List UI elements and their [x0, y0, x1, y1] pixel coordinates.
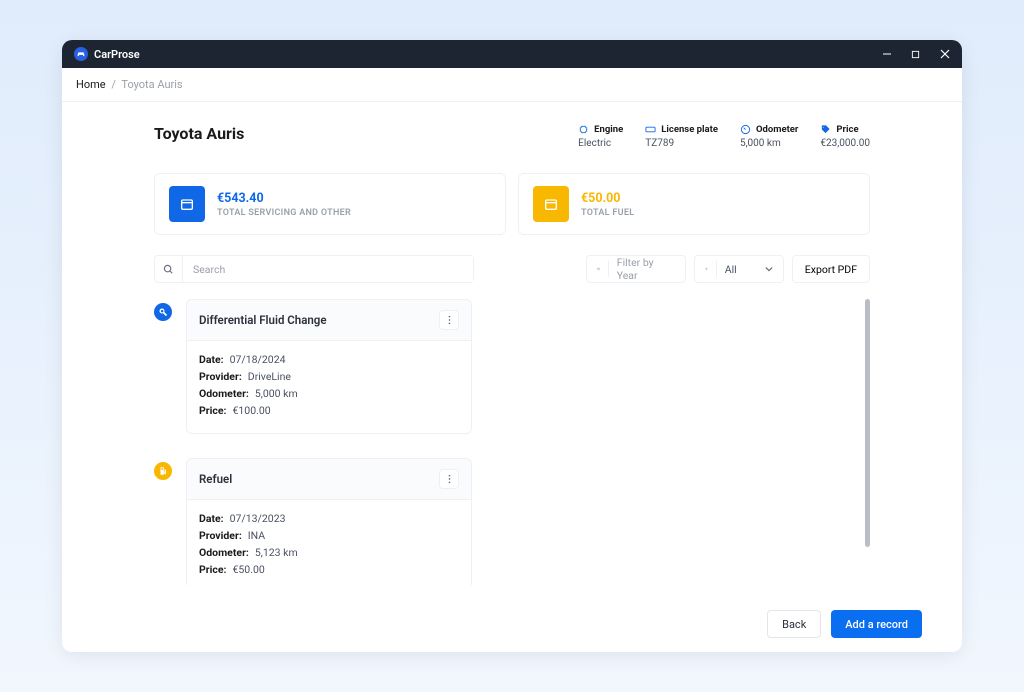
record-provider-value: DriveLine [248, 370, 291, 383]
scrollbar[interactable] [865, 299, 870, 547]
record-item: Refuel Date: 07/13/2023 Provider: INA Odom… [154, 458, 858, 585]
stat-card-servicing: €543.40 TOTAL SERVICING AND OTHER [154, 173, 506, 235]
filter-year-placeholder: Filter by Year [617, 256, 675, 282]
minimize-button[interactable] [881, 49, 892, 60]
funnel-icon [705, 261, 717, 277]
plate-value: TZ789 [645, 138, 718, 149]
odometer-label: Odometer [756, 124, 798, 135]
filter-type-dropdown[interactable]: All [694, 255, 784, 283]
price-label: Price [836, 124, 858, 135]
record-date-label: Date: [199, 512, 224, 525]
breadcrumb-home[interactable]: Home [76, 78, 106, 91]
record-date-label: Date: [199, 353, 224, 366]
record-price-label: Price: [199, 563, 227, 576]
record-price-label: Price: [199, 404, 227, 417]
record-odometer-label: Odometer: [199, 387, 249, 400]
record-title: Refuel [199, 472, 232, 486]
record-provider-value: INA [248, 529, 265, 542]
record-card: Differential Fluid Change Date: 07/18/202… [186, 299, 472, 434]
add-record-button[interactable]: Add a record [831, 610, 922, 638]
record-card: Refuel Date: 07/13/2023 Provider: INA Odom… [186, 458, 472, 585]
maximize-button[interactable] [910, 49, 921, 60]
fuel-amount: €50.00 [581, 191, 634, 206]
fuel-caption: TOTAL FUEL [581, 208, 634, 218]
filter-type-value: All [725, 263, 737, 276]
record-price-value: €100.00 [233, 404, 271, 417]
info-odometer: Odometer 5,000 km [740, 124, 798, 149]
stat-card-fuel: €50.00 TOTAL FUEL [518, 173, 870, 235]
breadcrumb-current: Toyota Auris [121, 78, 182, 91]
calendar-icon [597, 261, 609, 277]
app-window: CarProse Home / Toyota Auris Toyota Auri… [62, 40, 962, 652]
info-price: Price €23,000.00 [820, 124, 870, 149]
engine-icon [578, 124, 589, 135]
record-date-value: 07/13/2023 [230, 512, 286, 525]
main-content: Toyota Auris Engine Electric License pla… [62, 102, 962, 595]
servicing-caption: TOTAL SERVICING AND OTHER [217, 208, 351, 218]
footer-actions: Back Add a record [62, 595, 962, 652]
record-price-value: €50.00 [233, 563, 265, 576]
record-menu-button[interactable] [439, 310, 459, 330]
titlebar: CarProse [62, 40, 962, 68]
filter-right: Filter by Year All Export PDF [586, 255, 870, 283]
fuel-stat-icon [533, 186, 569, 222]
vehicle-title: Toyota Auris [154, 124, 244, 143]
plate-label: License plate [661, 124, 718, 135]
export-pdf-button[interactable]: Export PDF [792, 255, 870, 283]
app-name: CarProse [94, 48, 140, 61]
filter-year-button[interactable]: Filter by Year [586, 255, 686, 283]
price-icon [820, 124, 831, 135]
info-plate: License plate TZ789 [645, 124, 718, 149]
breadcrumb: Home / Toyota Auris [62, 68, 962, 102]
app-logo-icon [74, 47, 88, 61]
record-date-value: 07/18/2024 [230, 353, 286, 366]
record-item: Differential Fluid Change Date: 07/18/202… [154, 299, 858, 434]
servicing-amount: €543.40 [217, 191, 351, 206]
info-engine: Engine Electric [578, 124, 623, 149]
fuel-pump-icon [154, 462, 172, 480]
titlebar-brand: CarProse [74, 47, 140, 61]
search-input[interactable] [183, 256, 473, 282]
record-title: Differential Fluid Change [199, 313, 327, 327]
window-controls [881, 49, 950, 60]
search-icon[interactable] [155, 256, 183, 282]
engine-label: Engine [594, 124, 623, 135]
record-provider-label: Provider: [199, 529, 242, 542]
records-list: Differential Fluid Change Date: 07/18/202… [154, 299, 870, 585]
record-odometer-label: Odometer: [199, 546, 249, 559]
plate-icon [645, 124, 656, 135]
odometer-value: 5,000 km [740, 138, 798, 149]
record-menu-button[interactable] [439, 469, 459, 489]
filter-bar: Filter by Year All Export PDF [62, 251, 962, 299]
price-value: €23,000.00 [820, 138, 870, 149]
servicing-stat-icon [169, 186, 205, 222]
vehicle-info-strip: Engine Electric License plate TZ789 Odom… [578, 124, 870, 149]
stat-cards: €543.40 TOTAL SERVICING AND OTHER €50.00… [62, 149, 962, 251]
engine-value: Electric [578, 138, 623, 149]
breadcrumb-separator: / [111, 78, 116, 91]
chevron-down-icon [765, 263, 773, 276]
odometer-icon [740, 124, 751, 135]
record-provider-label: Provider: [199, 370, 242, 383]
search-wrap [154, 255, 474, 283]
records-area: Differential Fluid Change Date: 07/18/202… [62, 299, 962, 595]
back-button[interactable]: Back [767, 610, 821, 638]
content-header: Toyota Auris Engine Electric License pla… [62, 102, 962, 149]
record-odometer-value: 5,000 km [255, 387, 298, 400]
close-button[interactable] [939, 49, 950, 60]
record-odometer-value: 5,123 km [255, 546, 298, 559]
wrench-icon [154, 303, 172, 321]
